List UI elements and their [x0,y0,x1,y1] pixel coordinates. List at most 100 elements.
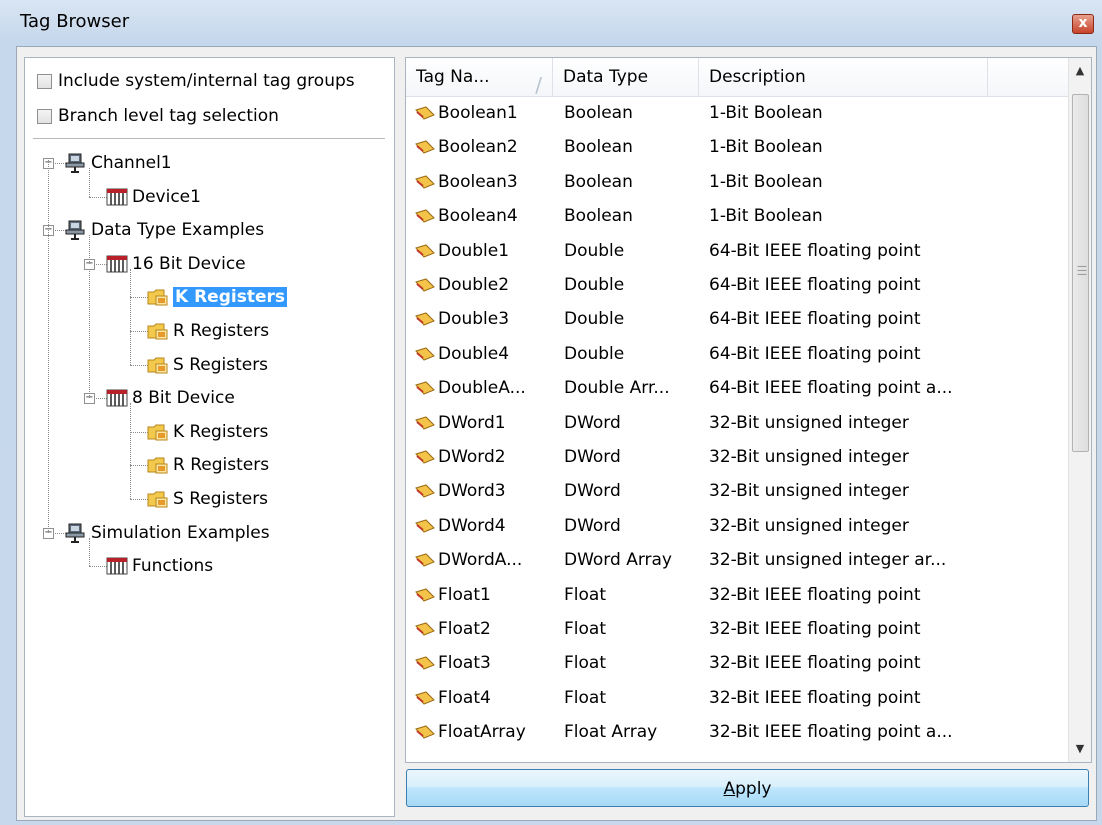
tree-node-label: Data Type Examples [91,220,265,241]
apply-button[interactable]: Apply [406,769,1089,807]
column-label: Tag Na... [416,67,490,87]
scroll-up-arrow-icon[interactable]: ▲ [1069,60,1091,82]
tree-node[interactable]: Data Type Examples [65,215,264,245]
table-row[interactable]: DWord1 DWord 32-Bit unsigned integer [406,406,1069,440]
column-header-tag-name[interactable]: Tag Na... / [406,58,553,97]
tree-connector [89,268,90,399]
checkbox-box[interactable] [37,108,52,124]
tree-node[interactable]: S Registers [147,484,268,514]
description-cell: 32-Bit IEEE floating point [709,653,921,674]
tag-icon [415,588,435,602]
tag-name: Float4 [438,687,491,708]
data-type-cell: Float [564,619,606,639]
tree-node[interactable]: Device1 [106,182,201,212]
table-row[interactable]: DWordA... DWord Array 32-Bit unsigned inte… [406,543,1069,577]
tag-name: Float2 [438,619,491,639]
tag-name: Boolean4 [438,206,518,227]
tag-icon [415,140,435,154]
tree-node[interactable]: Simulation Examples [65,518,270,548]
description-cell: 32-Bit unsigned integer [709,515,909,536]
tree-connector [130,268,131,365]
table-row[interactable]: DWord2 DWord 32-Bit unsigned integer [406,440,1069,474]
tree-node[interactable]: Functions [106,551,213,581]
table-row[interactable]: Boolean3 Boolean 1-Bit Boolean [406,165,1069,199]
description-cell: 64-Bit IEEE floating point [709,275,921,295]
tree-connector [130,297,148,299]
table-row[interactable]: Float1 Float 32-Bit IEEE floating point [406,578,1069,612]
close-button[interactable]: x [1072,14,1094,34]
tree-connector [130,431,148,433]
tag-name-cell: DWord4 [414,509,506,543]
data-type-cell: DWord [564,447,621,467]
tag-name: Double2 [438,275,510,295]
table-row[interactable]: FloatArray Float Array 32-Bit IEEE floatin… [406,715,1069,749]
data-type-cell: DWord Array [564,550,672,571]
tag-list-pane: Tag Na... / Data Type Description Boolea… [405,57,1092,763]
checkbox-box[interactable] [37,73,52,89]
tag-icon [415,484,435,498]
tree-node-label: K Registers [173,421,269,442]
tag-icon [415,175,435,189]
table-row[interactable]: Boolean2 Boolean 1-Bit Boolean [406,130,1069,164]
tag-name-cell: Float1 [414,578,491,612]
column-header-description[interactable]: Description [699,58,988,96]
scroll-thumb[interactable]: — — — [1072,94,1089,452]
channel-icon [65,220,91,241]
description-cell: 32-Bit unsigned integer ar... [709,550,947,571]
tree-node[interactable]: K Registers [147,417,268,447]
branch-level-checkbox[interactable]: Branch level tag selection [37,106,279,126]
tree-node-label: K Registers [172,286,288,309]
tag-group-icon [147,287,173,307]
table-row[interactable]: Double3 Double 64-Bit IEEE floating point [406,302,1069,336]
tag-name: DWord3 [438,481,506,502]
tag-icon [415,450,435,464]
table-row[interactable]: Boolean1 Boolean 1-Bit Boolean [406,96,1069,130]
tree-node[interactable]: R Registers [147,450,269,480]
tag-name: Double1 [438,240,510,261]
table-row[interactable]: Double2 Double 64-Bit IEEE floating point [406,268,1069,302]
tree-node-label: Simulation Examples [91,522,270,543]
description-cell: 32-Bit unsigned integer [709,412,909,433]
table-row[interactable]: DWord3 DWord 32-Bit unsigned integer [406,474,1069,508]
tag-name: DWordA... [438,550,523,571]
table-row[interactable]: Float2 Float 32-Bit IEEE floating point [406,612,1069,646]
table-row[interactable]: DoubleA... Double Arr... 64-Bit IEEE float… [406,371,1069,405]
table-row[interactable]: Float3 Float 32-Bit IEEE floating point [406,646,1069,680]
tree-node[interactable]: Channel1 [65,148,172,178]
tree-pane: Include system/internal tag groups Branc… [24,57,395,817]
description-cell: 1-Bit Boolean [709,206,823,227]
tag-name: DWord4 [438,515,506,536]
tree-node-label: R Registers [173,455,270,476]
tree-node[interactable]: 16 Bit Device [106,249,246,279]
apply-label: Apply [723,779,772,799]
table-row[interactable]: Double4 Double 64-Bit IEEE floating point [406,337,1069,371]
table-row[interactable]: Float4 Float 32-Bit IEEE floating point [406,681,1069,715]
tree-node-label: 16 Bit Device [132,253,246,274]
tree-node[interactable]: R Registers [147,316,269,346]
include-system-checkbox[interactable]: Include system/internal tag groups [37,71,355,91]
scroll-down-arrow-icon[interactable]: ▼ [1069,738,1091,760]
tree-connector [130,403,131,499]
table-row[interactable]: Boolean4 Boolean 1-Bit Boolean [406,199,1069,233]
tree-node[interactable]: 8 Bit Device [106,383,235,413]
tag-name: Double3 [438,309,510,330]
tree-node[interactable]: K Registers [147,282,288,312]
table-row[interactable]: DWord4 DWord 32-Bit unsigned integer [406,509,1069,543]
tag-icon [415,381,435,395]
data-type-cell: Double [564,309,625,330]
tree-connector [89,235,90,264]
tag-name-cell: Boolean3 [414,165,518,199]
tag-name-cell: Boolean2 [414,130,518,164]
tag-icon [415,519,435,533]
tree-node[interactable]: S Registers [147,350,268,380]
vertical-scrollbar[interactable]: ▲ — — — ▼ [1068,58,1091,762]
column-header-data-type[interactable]: Data Type [553,58,699,96]
data-type-cell: DWord [564,412,621,433]
tag-name: Boolean2 [438,137,518,158]
divider [33,138,385,139]
branch-level-label: Branch level tag selection [58,106,279,126]
tag-icon [415,312,435,326]
table-row[interactable]: Double1 Double 64-Bit IEEE floating point [406,234,1069,268]
description-cell: 32-Bit IEEE floating point [709,584,921,605]
data-type-cell: Boolean [564,103,633,123]
